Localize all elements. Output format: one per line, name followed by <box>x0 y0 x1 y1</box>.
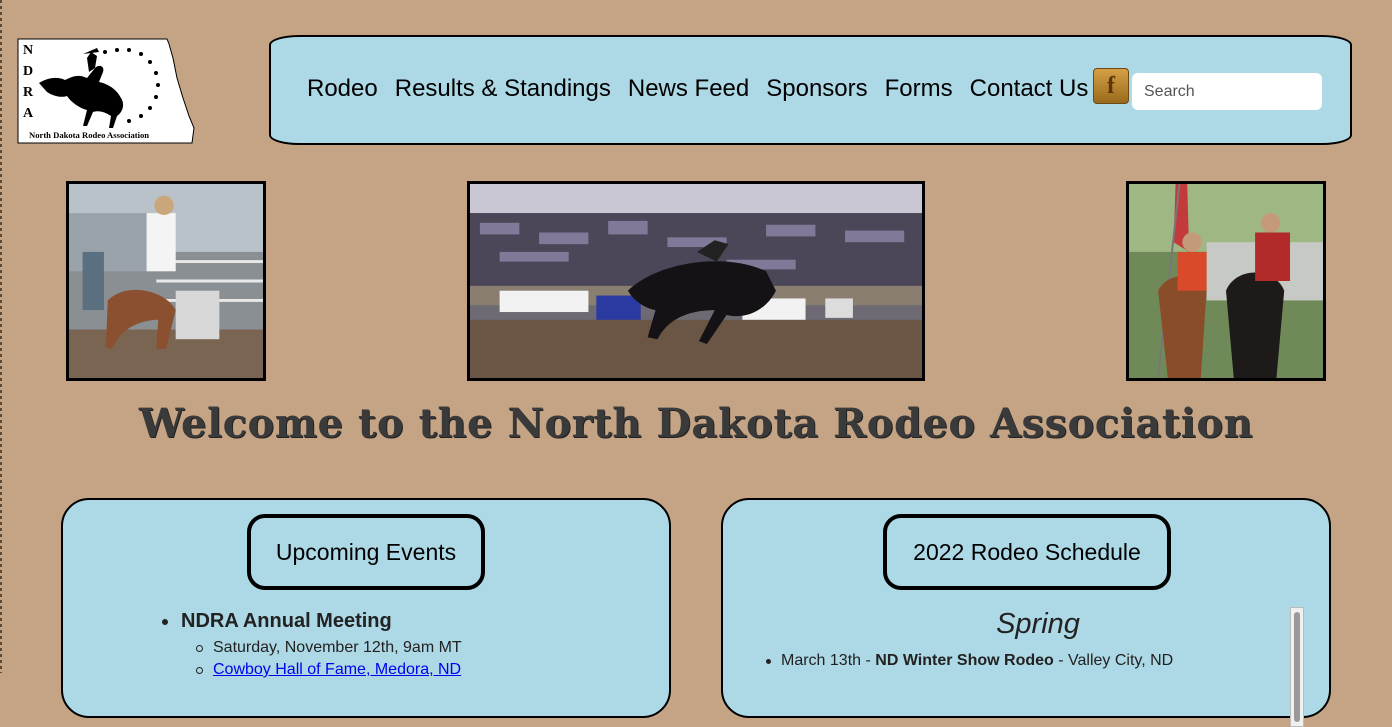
welcome-heading: Welcome to the North Dakota Rodeo Associ… <box>138 400 1254 447</box>
photo-flag-riders <box>1126 181 1326 381</box>
main-nav: Rodeo Results & Standings News Feed Spon… <box>269 35 1352 145</box>
list-item: March 13th - ND Winter Show Rodeo - Vall… <box>765 652 1174 670</box>
nav-item-forms[interactable]: Forms <box>885 75 953 103</box>
events-list: NDRA Annual Meeting Saturday, November 1… <box>162 610 462 681</box>
upcoming-events-panel: Upcoming Events NDRA Annual Meeting Satu… <box>61 498 671 718</box>
upcoming-events-title: Upcoming Events <box>247 514 485 590</box>
nav-item-results-standings[interactable]: Results & Standings <box>395 75 611 103</box>
nav-menu: Rodeo Results & Standings News Feed Spon… <box>307 75 1105 103</box>
schedule-list: March 13th - ND Winter Show Rodeo - Vall… <box>765 652 1174 670</box>
page-edge <box>0 0 2 673</box>
nav-item-sponsors[interactable]: Sponsors <box>766 75 867 103</box>
rodeo-schedule-title: 2022 Rodeo Schedule <box>883 514 1171 590</box>
schedule-scrollbar[interactable] <box>1290 607 1304 727</box>
nav-item-news-feed[interactable]: News Feed <box>628 75 749 103</box>
rodeo-schedule-panel: 2022 Rodeo Schedule Spring March 13th - … <box>721 498 1331 727</box>
schedule-event-name: ND Winter Show Rodeo <box>875 652 1054 669</box>
ndra-logo[interactable]: N D R A North Dakota Rodeo Association <box>17 38 195 144</box>
event-date: Saturday, November 12th, 9am MT <box>196 637 462 659</box>
schedule-date: March 13th - <box>781 652 876 669</box>
photo-barrel-racer <box>66 181 266 381</box>
event-location-item: Cowboy Hall of Fame, Medora, ND <box>196 659 462 681</box>
event-details: Saturday, November 12th, 9am MT Cowboy H… <box>196 637 462 681</box>
event-location-link[interactable]: Cowboy Hall of Fame, Medora, ND <box>213 661 461 678</box>
photo-bronc-riding-arena <box>467 181 925 381</box>
event-name: NDRA Annual Meeting <box>162 610 462 633</box>
logo-graphic <box>17 38 195 144</box>
facebook-glyph: f <box>1107 72 1115 99</box>
list-item: NDRA Annual Meeting Saturday, November 1… <box>162 610 462 681</box>
schedule-location: - Valley City, ND <box>1053 652 1174 669</box>
season-heading: Spring <box>996 608 1080 640</box>
nav-item-rodeo[interactable]: Rodeo <box>307 75 378 103</box>
nav-item-contact-us[interactable]: Contact Us <box>970 75 1089 103</box>
logo-initials: N D R A <box>23 43 34 121</box>
scroll-thumb[interactable] <box>1294 612 1300 722</box>
facebook-icon[interactable]: f <box>1093 68 1129 104</box>
logo-caption: North Dakota Rodeo Association <box>29 130 150 140</box>
search-input[interactable] <box>1132 73 1322 110</box>
